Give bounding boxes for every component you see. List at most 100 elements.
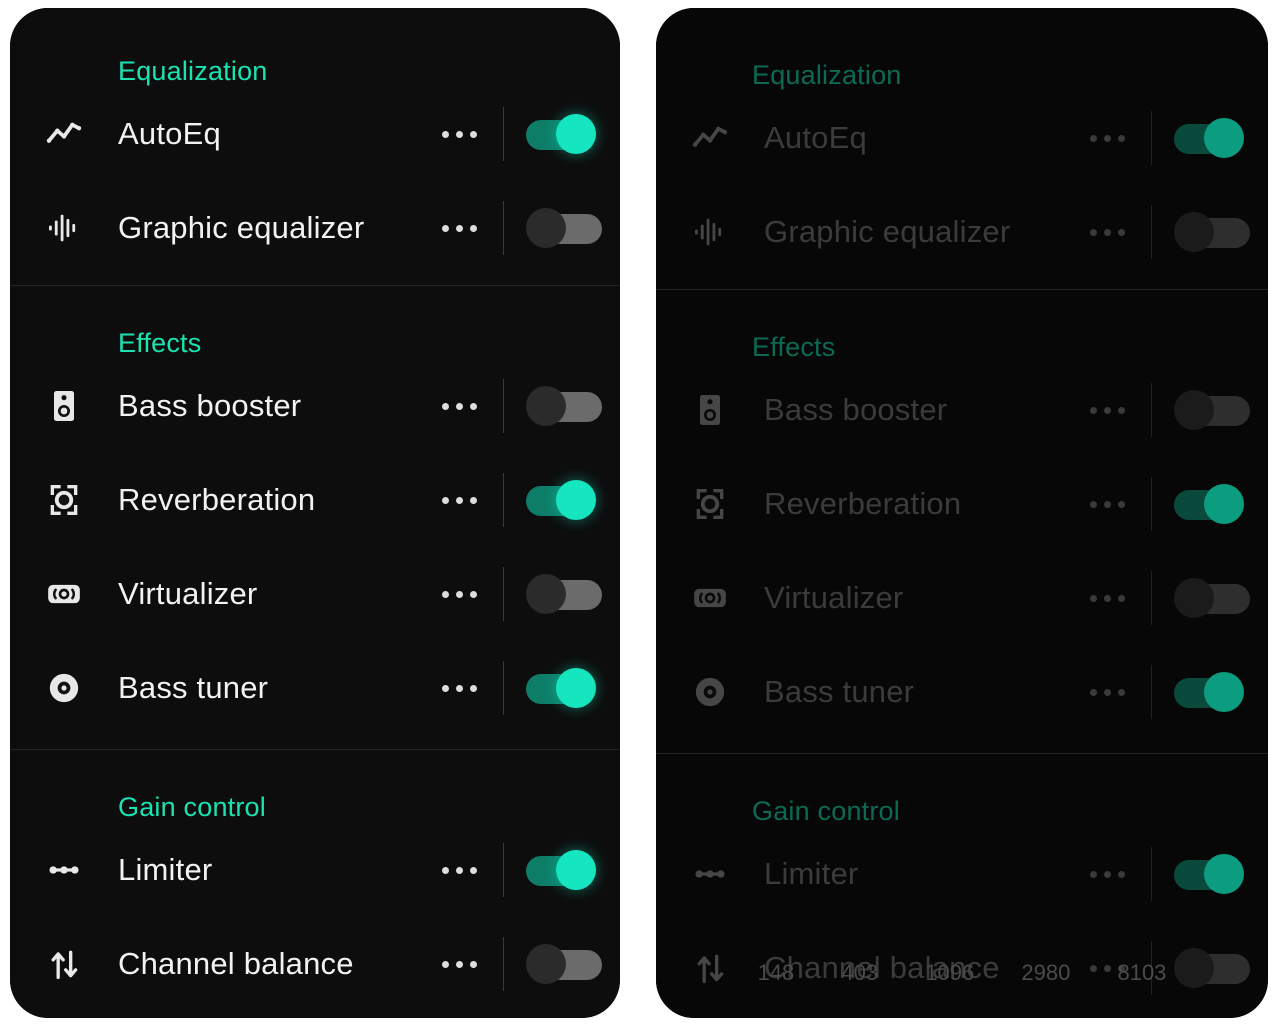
toggle-thumb [1174,212,1214,252]
setting-row[interactable]: Bass booster [656,363,1268,457]
setting-row[interactable]: Virtualizer [10,547,620,641]
dot [456,130,463,138]
toggle-thumb [556,850,596,890]
dot [1118,134,1125,142]
effects-settings-list-dimmed: Equalization AutoEq Graphic equalizer Effec… [656,8,1268,1018]
overflow-menu-icon[interactable] [442,402,503,410]
overflow-menu-icon[interactable] [442,684,503,692]
section-header: Equalization [752,60,902,90]
setting-row[interactable]: Channel balance [10,917,620,1011]
settings-group: Equalization AutoEq Graphic equalizer [10,8,620,285]
section-header: Effects [118,328,202,358]
reverb-icon [10,480,118,520]
setting-toggle[interactable] [526,665,602,711]
setting-toggle[interactable] [1174,209,1250,255]
toggle-thumb [526,208,566,248]
setting-toggle[interactable] [1174,115,1250,161]
background-freq-label: 403 [841,960,879,985]
up-down-arrows-icon [10,944,118,984]
screenshot-root: Equalization AutoEq Graphic equalizer Effec… [0,0,1280,1024]
setting-row[interactable]: Limiter [656,827,1268,921]
setting-row[interactable]: Limiter [10,823,620,917]
setting-row-label: Limiter [118,852,213,887]
setting-row[interactable]: Reverberation [656,457,1268,551]
background-freq-label: 8103 [1117,960,1167,985]
row-divider [1151,571,1152,625]
overflow-menu-icon[interactable] [442,496,503,504]
overflow-menu-icon[interactable] [442,130,503,138]
setting-toggle[interactable] [526,383,602,429]
overflow-menu-icon[interactable] [1090,134,1151,142]
setting-row-label: AutoEq [764,120,867,155]
setting-row[interactable]: Virtualizer [656,551,1268,645]
row-divider [1151,665,1152,719]
toggle-thumb [556,114,596,154]
line-chart-icon [656,118,764,158]
equalizer-bars-icon [10,208,118,248]
dot [1104,406,1111,414]
virtualizer-icon [656,578,764,618]
setting-row-label: Virtualizer [764,580,904,615]
setting-row[interactable]: Bass booster [10,359,620,453]
toggle-thumb [556,480,596,520]
dot [1104,688,1111,696]
toggle-thumb [526,944,566,984]
dot [456,684,463,692]
settings-group: Effects Bass booster Reverberation Virtuali… [656,289,1268,753]
setting-toggle[interactable] [1174,481,1250,527]
setting-row[interactable]: AutoEq [656,91,1268,185]
settings-group: Effects Bass booster Reverberation Virtuali… [10,285,620,749]
dot [1118,870,1125,878]
setting-row-label: Reverberation [764,486,962,521]
overflow-menu-icon[interactable] [1090,500,1151,508]
dot [1104,228,1111,236]
dot [442,684,449,692]
line-chart-icon [10,114,118,154]
dot [470,866,477,874]
overflow-menu-icon[interactable] [1090,406,1151,414]
row-divider [503,379,504,433]
setting-toggle[interactable] [1174,851,1250,897]
left-phone-screen: Equalization AutoEq Graphic equalizer Effec… [10,8,620,1018]
section-header: Gain control [752,796,900,826]
virtualizer-icon [10,574,118,614]
setting-row[interactable]: Bass tuner [656,645,1268,739]
overflow-menu-icon[interactable] [442,224,503,232]
setting-row[interactable]: Reverberation [10,453,620,547]
row-divider [503,937,504,991]
dot [1090,134,1097,142]
overflow-menu-icon[interactable] [1090,594,1151,602]
setting-toggle[interactable] [526,111,602,157]
overflow-menu-icon[interactable] [442,866,503,874]
setting-row[interactable]: Graphic equalizer [656,185,1268,279]
row-divider [1151,383,1152,437]
setting-toggle[interactable] [526,571,602,617]
setting-toggle[interactable] [1174,387,1250,433]
right-phone-screen: Equalization AutoEq Graphic equalizer Effec… [656,8,1268,1018]
setting-row[interactable]: Graphic equalizer [10,181,620,275]
dot [1118,500,1125,508]
equalizer-bars-icon [656,212,764,252]
dot [1090,594,1097,602]
overflow-menu-icon[interactable] [442,590,503,598]
overflow-menu-icon[interactable] [1090,688,1151,696]
row-divider [1151,205,1152,259]
overflow-menu-icon[interactable] [1090,870,1151,878]
setting-toggle[interactable] [526,941,602,987]
setting-toggle[interactable] [526,477,602,523]
toggle-thumb [1204,118,1244,158]
setting-toggle[interactable] [526,847,602,893]
row-divider [503,473,504,527]
setting-toggle[interactable] [1174,575,1250,621]
dot [456,960,463,968]
overflow-menu-icon[interactable] [1090,228,1151,236]
overflow-menu-icon[interactable] [442,960,503,968]
setting-toggle[interactable] [1174,669,1250,715]
setting-row[interactable]: Bass tuner [10,641,620,735]
toggle-thumb [1204,484,1244,524]
section-header: Effects [752,332,836,362]
setting-row[interactable]: AutoEq [10,87,620,181]
settings-group: Gain control Limiter Channel balance [10,749,620,1018]
setting-toggle[interactable] [526,205,602,251]
setting-row-label: Channel balance [118,946,354,981]
